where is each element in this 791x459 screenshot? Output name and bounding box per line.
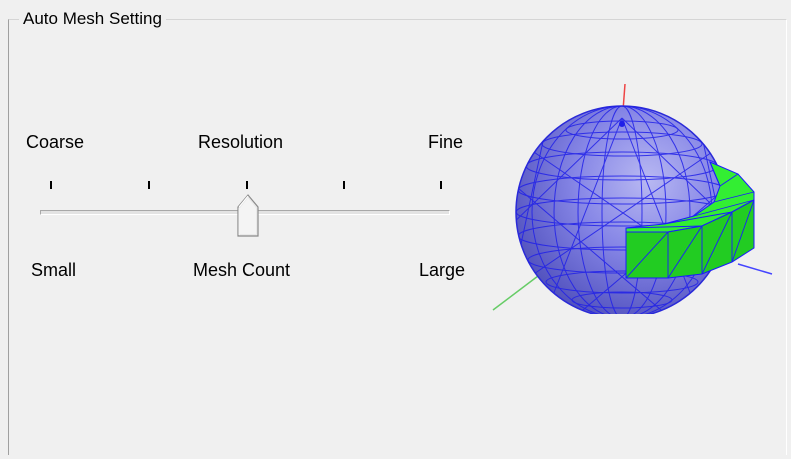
slider-tick (50, 181, 52, 189)
auto-mesh-setting-panel: Auto Mesh Setting Coarse Resolution Fine… (0, 0, 791, 459)
coarse-label: Coarse (26, 132, 85, 152)
slider-tick (440, 181, 442, 189)
group-box-title: Auto Mesh Setting (19, 8, 166, 30)
fine-label: Fine (428, 132, 464, 152)
mesh-preview-image (488, 78, 780, 319)
large-label: Large (419, 260, 466, 280)
slider-tick (246, 181, 248, 189)
mesh-count-label: Mesh Count (193, 260, 291, 280)
small-label: Small (31, 260, 77, 280)
slider-tick (343, 181, 345, 189)
sphere-mesh-icon (492, 83, 773, 319)
mesh-resolution-slider-thumb[interactable] (236, 192, 260, 238)
slider-tick (148, 181, 150, 189)
resolution-label: Resolution (198, 132, 284, 152)
